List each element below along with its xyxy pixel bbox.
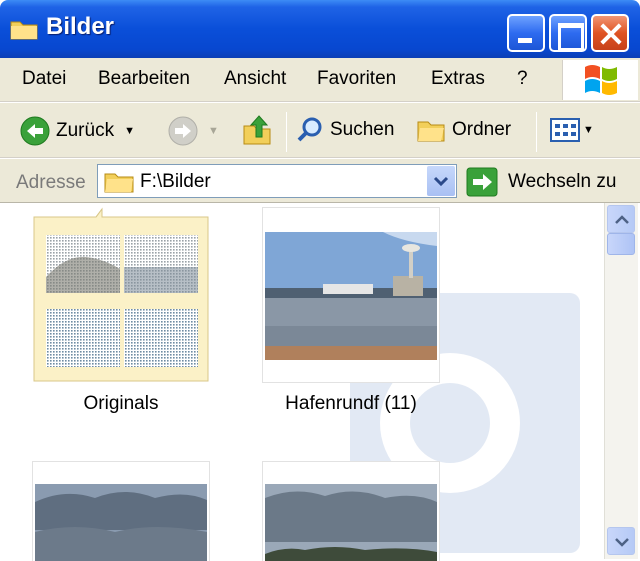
go-label: Wechseln zu [508, 171, 617, 192]
go-arrow-icon [466, 167, 498, 197]
folder-thumbnail-icon [33, 207, 209, 382]
menu-favoriten[interactable]: Favoriten [317, 68, 396, 90]
image-thumbnail [262, 461, 440, 561]
views-button[interactable]: ▼ [550, 118, 594, 142]
menu-extras[interactable]: Extras [431, 68, 485, 90]
menu-bar: Datei Bearbeiten Ansicht Favoriten Extra… [0, 58, 640, 102]
views-dropdown-icon: ▼ [583, 124, 594, 136]
folder-icon [104, 173, 134, 193]
scroll-thumb[interactable] [607, 233, 635, 255]
forward-button[interactable]: ▼ [168, 116, 219, 146]
back-label: Zurück [56, 120, 115, 141]
address-field[interactable]: F:\Bilder [97, 164, 457, 198]
menu-help[interactable]: ? [517, 68, 528, 90]
forward-arrow-icon [168, 116, 198, 146]
maximize-button[interactable] [549, 14, 587, 52]
image-thumbnail [32, 461, 210, 561]
vertical-scrollbar[interactable] [604, 203, 638, 559]
up-button[interactable] [242, 114, 272, 146]
search-icon [297, 117, 322, 142]
harbor-photo [263, 208, 439, 382]
address-bar: Adresse F:\Bilder Wechseln zu [0, 159, 640, 203]
window-title: Bilder [46, 13, 115, 40]
menu-ansicht[interactable]: Ansicht [224, 68, 286, 90]
folder-icon [10, 21, 38, 40]
chevron-up-icon [615, 215, 629, 224]
folder-up-icon [243, 115, 271, 145]
forward-dropdown-icon[interactable]: ▼ [208, 125, 219, 137]
back-arrow-icon [20, 116, 50, 146]
cloudy-coast-photo [263, 462, 439, 561]
folders-label: Ordner [452, 119, 512, 140]
folders-button[interactable]: Ordner [416, 116, 511, 144]
cloudy-sky-photo [33, 462, 209, 561]
back-dropdown-icon[interactable]: ▼ [124, 125, 135, 137]
chevron-down-icon [615, 538, 629, 547]
address-value: F:\Bilder [140, 171, 211, 192]
close-button[interactable] [591, 14, 629, 52]
windows-flag-icon [585, 65, 617, 95]
item-caption: Originals [83, 393, 159, 414]
image-thumbnail [262, 207, 440, 383]
search-button[interactable]: Suchen [296, 116, 394, 144]
windows-logo [562, 60, 638, 100]
folder-thumbnail [32, 207, 210, 383]
address-dropdown-button[interactable] [427, 166, 455, 196]
menu-bearbeiten[interactable]: Bearbeiten [98, 68, 190, 90]
title-bar[interactable]: Bilder [0, 0, 640, 58]
view-grid-icon [550, 118, 580, 142]
address-label: Adresse [16, 172, 86, 193]
minimize-button[interactable] [507, 14, 545, 52]
scroll-down-button[interactable] [607, 527, 635, 555]
file-view[interactable]: Originals Hafenrundf (11) [0, 203, 604, 561]
chevron-down-icon [433, 176, 449, 187]
back-button[interactable]: Zurück ▼ [20, 116, 135, 146]
scroll-up-button[interactable] [607, 205, 635, 233]
menu-datei[interactable]: Datei [22, 68, 66, 90]
search-label: Suchen [330, 119, 395, 140]
item-caption: Hafenrundf (11) [285, 393, 417, 414]
go-button[interactable]: Wechseln zu [466, 167, 616, 197]
folder-icon [417, 121, 445, 142]
